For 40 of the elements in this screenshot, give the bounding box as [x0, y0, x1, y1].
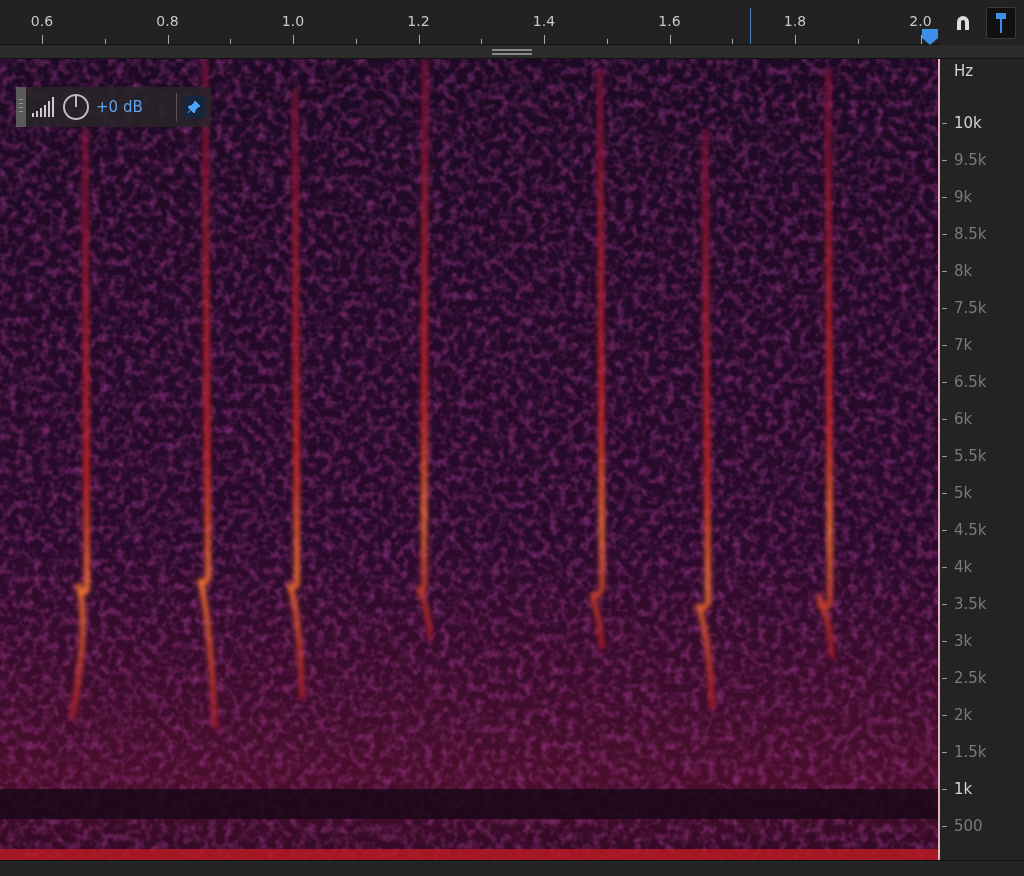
time-label: 2.0 — [909, 12, 932, 31]
time-label: 0.8 — [156, 12, 179, 31]
pin-icon — [995, 11, 1007, 34]
pushpin-icon — [187, 100, 201, 114]
knob-icon[interactable] — [62, 93, 90, 121]
frequency-label: 9.5k — [954, 149, 987, 171]
gain-value[interactable]: +0 dB — [96, 95, 143, 119]
frequency-label: 5k — [954, 482, 973, 504]
marker-pin-button[interactable] — [986, 6, 1016, 39]
frequency-label: 6k — [954, 408, 973, 430]
time-label: 1.8 — [783, 12, 807, 31]
frequency-label: 7k — [954, 334, 973, 356]
time-label: 1.0 — [281, 12, 305, 31]
frequency-label: 8k — [954, 260, 973, 282]
frequency-label: 500 — [954, 815, 983, 837]
end-marker-icon[interactable] — [922, 29, 938, 45]
frequency-label: 2.5k — [954, 667, 987, 689]
frequency-label: 1k — [954, 778, 973, 800]
unit-label: Hz — [954, 60, 974, 82]
time-label: 1.4 — [532, 12, 556, 31]
pin-button[interactable] — [183, 96, 205, 118]
frequency-label: 4.5k — [954, 519, 987, 541]
time-label: 1.6 — [658, 12, 681, 31]
frequency-label: 2k — [954, 704, 973, 726]
grip-icon — [492, 48, 532, 55]
frequency-label: 5.5k — [954, 445, 987, 467]
frequency-label: 9k — [954, 186, 973, 208]
frequency-label: 8.5k — [954, 223, 987, 245]
frequency-label: 7.5k — [954, 297, 987, 319]
frequency-label: 4k — [954, 556, 973, 578]
magnet-icon — [954, 13, 972, 32]
signal-bars-icon[interactable] — [32, 97, 56, 117]
frequency-label: 3k — [954, 630, 973, 652]
frequency-label: 1.5k — [954, 741, 987, 763]
frequency-label: 6.5k — [954, 371, 987, 393]
frequency-label: 3.5k — [954, 593, 987, 615]
frequency-label: 10k — [954, 112, 982, 134]
time-label: 0.6 — [30, 12, 54, 31]
grip-icon — [16, 87, 26, 127]
time-label: 1.2 — [407, 12, 430, 31]
